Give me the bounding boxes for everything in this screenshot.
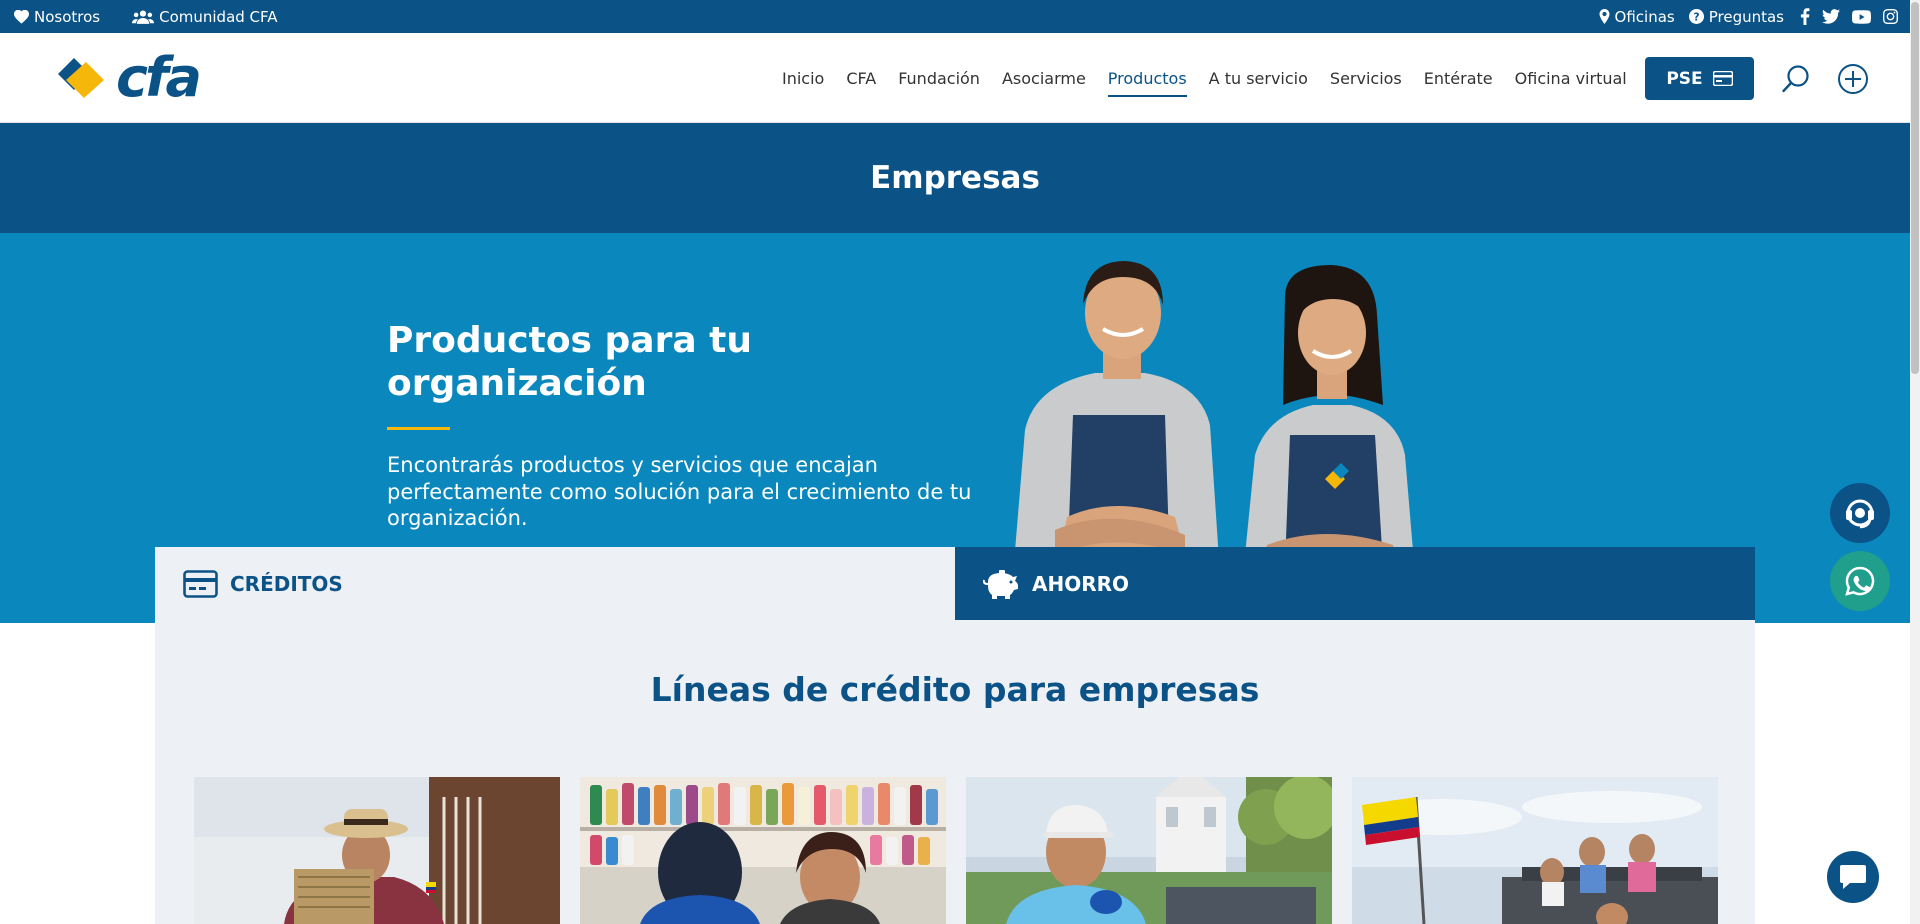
main-header: cfa Inicio CFA Fundación Asociarme Produ… [0,33,1910,123]
nosotros-link[interactable]: Nosotros [14,8,100,26]
instagram-icon[interactable] [1883,9,1898,24]
headset-icon [1846,499,1874,529]
search-icon [1782,65,1809,93]
card-image-2 [580,777,946,924]
support-chat-button[interactable] [1830,483,1890,543]
top-utility-bar: Nosotros Comunidad CFA Oficinas ? Pregun… [0,0,1910,33]
card-image-1 [194,777,560,924]
main-nav: Inicio CFA Fundación Asociarme Productos… [782,33,1627,123]
cfa-logo[interactable]: cfa [56,46,202,109]
twitter-icon[interactable] [1822,9,1840,24]
youtube-icon[interactable] [1852,9,1871,24]
pse-label: PSE [1666,68,1703,89]
scrollbar-thumb[interactable] [1911,2,1919,374]
nav-productos[interactable]: Productos [1107,69,1187,97]
credit-card-icon [1712,71,1733,86]
nosotros-label: Nosotros [34,7,101,26]
nav-asociarme[interactable]: Asociarme [1002,69,1086,88]
cfa-logo-mark-icon [58,58,104,98]
chat-bubble-icon [1840,865,1866,889]
tab-ahorro[interactable]: AHORRO [955,547,1755,620]
facebook-icon[interactable] [1800,8,1810,25]
tab-ahorro-label: AHORRO [1032,571,1130,596]
hero-accent-line [387,427,450,431]
hero-people-image [1013,261,1415,575]
page-scrollbar[interactable] [1910,0,1920,924]
credit-line-card-2[interactable] [580,777,946,924]
tab-creditos[interactable]: CRÉDITOS [155,547,955,620]
comunidad-link[interactable]: Comunidad CFA [132,7,278,26]
credit-line-card-4[interactable] [1352,777,1718,924]
plus-circle-icon [1838,64,1868,94]
whatsapp-icon [1845,566,1875,596]
preguntas-label: Preguntas [1708,7,1784,26]
logo-text: cfa [116,46,202,109]
page-title: Empresas [870,160,1040,196]
users-icon [132,9,155,24]
nav-servicios[interactable]: Servicios [1330,69,1402,88]
nav-enterate[interactable]: Entérate [1424,69,1493,88]
credit-card-icon [183,569,218,598]
chat-bubble-button[interactable] [1827,851,1879,903]
nav-oficina-virtual[interactable]: Oficina virtual [1515,69,1627,88]
nav-a-tu-servicio[interactable]: A tu servicio [1209,69,1308,88]
hero-description: Encontrarás productos y servicios que en… [387,453,972,531]
pse-button[interactable]: PSE [1645,57,1754,100]
woman-figure [1243,265,1415,575]
social-links [1800,8,1898,25]
hero-text-block: Productos para tu organización Encontrar… [387,319,987,532]
nav-inicio[interactable]: Inicio [782,69,824,88]
page-title-band: Empresas [0,123,1910,233]
comunidad-label: Comunidad CFA [159,7,278,26]
oficinas-link[interactable]: Oficinas [1599,8,1675,26]
top-bar-right: Oficinas ? Preguntas [1599,0,1898,33]
whatsapp-button[interactable] [1830,551,1890,611]
search-button[interactable] [1779,62,1813,96]
oficinas-label: Oficinas [1614,7,1675,26]
top-bar-left: Nosotros Comunidad CFA [14,0,278,33]
hero-heading: Productos para tu organización [387,320,752,405]
svg-text:?: ? [1693,11,1699,23]
credit-lines-title: Líneas de crédito para empresas [650,670,1260,709]
card-image-3 [966,777,1332,924]
nav-fundacion[interactable]: Fundación [898,69,980,88]
credit-line-card-1[interactable] [194,777,560,924]
man-figure [1013,261,1220,575]
more-menu-button[interactable] [1836,62,1870,96]
question-circle-icon: ? [1688,9,1704,24]
tab-creditos-label: CRÉDITOS [230,571,343,596]
credit-line-card-3[interactable] [966,777,1332,924]
piggy-bank-icon [983,569,1018,599]
map-pin-icon [1599,9,1610,24]
card-image-4 [1352,777,1718,924]
preguntas-link[interactable]: ? Preguntas [1688,7,1784,26]
heart-icon [14,9,29,24]
nav-cfa[interactable]: CFA [846,69,876,88]
product-tabs-panel: CRÉDITOS AHORRO Líneas de crédito para e… [155,547,1755,924]
